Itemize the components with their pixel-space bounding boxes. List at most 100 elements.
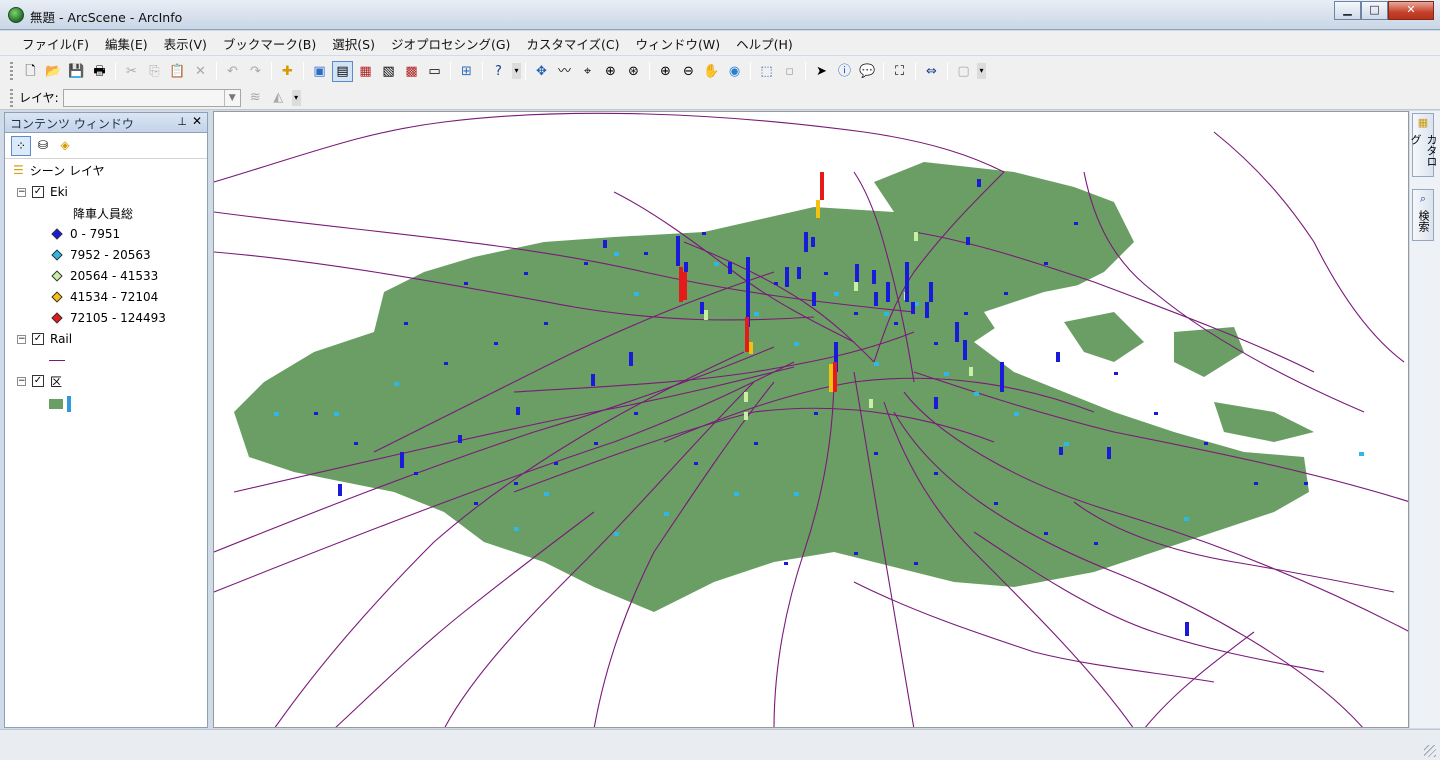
layer-visibility-checkbox-eki[interactable]: ✓: [32, 186, 44, 198]
menu-selection[interactable]: 選択(S): [324, 34, 383, 53]
menu-geoprocessing[interactable]: ジオプロセシング(G): [383, 34, 518, 53]
menu-help[interactable]: ヘルプ(H): [728, 34, 801, 53]
layer-label: レイヤ:: [19, 91, 59, 105]
zoom-out-icon[interactable]: ⊖: [678, 61, 699, 82]
animation-icon[interactable]: ▢: [953, 61, 974, 82]
scene-canvas[interactable]: [214, 112, 1409, 728]
legend-symbol-4: [51, 291, 63, 303]
title-bar[interactable]: 無題 - ArcScene - ArcInfo ▁ □ ✕: [0, 0, 1440, 30]
resize-grip-icon[interactable]: [1424, 745, 1436, 757]
legend-class-label-1: 0 - 7951: [70, 227, 121, 241]
select-elements-arrow-icon[interactable]: ➤: [811, 61, 832, 82]
find-binoculars-icon[interactable]: ⛶: [889, 61, 910, 82]
menu-edit[interactable]: 編集(E): [97, 34, 156, 53]
menu-windows[interactable]: ウィンドウ(W): [628, 34, 729, 53]
close-button[interactable]: ✕: [1388, 1, 1434, 20]
measure-icon[interactable]: ⇔: [921, 61, 942, 82]
ward-edge-swatch: [67, 396, 71, 412]
toc-tool-row: ⁘ ⛁ ◈: [5, 133, 207, 159]
toolbar-overflow-2-icon[interactable]: ▾: [977, 63, 986, 79]
target-center-icon[interactable]: ⌖: [577, 61, 598, 82]
toolbar-grip-2[interactable]: [10, 88, 13, 107]
layer-dropdown[interactable]: ▼: [62, 88, 241, 107]
scene-layers-root[interactable]: ☰ シーン レイヤ: [13, 161, 105, 179]
lighting-icon[interactable]: ◭: [268, 87, 289, 108]
cut-icon[interactable]: ✂: [121, 61, 142, 82]
layer-visibility-checkbox-ku[interactable]: ✓: [32, 375, 44, 387]
model-builder-icon[interactable]: ⊞: [456, 61, 477, 82]
fly-icon[interactable]: 〰: [554, 61, 575, 82]
rail-line-symbol[interactable]: [49, 351, 65, 369]
collapse-icon[interactable]: −: [17, 187, 26, 197]
zoom-to-target-icon[interactable]: ⊕: [600, 61, 621, 82]
legend-class-1[interactable]: 0 - 7951: [51, 225, 121, 243]
paste-icon[interactable]: 📋: [167, 61, 188, 82]
maximize-button[interactable]: □: [1361, 1, 1388, 20]
open-folder-icon[interactable]: 📂: [43, 61, 64, 82]
navigate-icon[interactable]: ✥: [531, 61, 552, 82]
identify-icon[interactable]: ⓘ: [834, 61, 855, 82]
clear-selection-icon[interactable]: ▫: [779, 61, 800, 82]
legend-class-5[interactable]: 72105 - 124493: [51, 309, 166, 327]
whats-this-help-icon[interactable]: ?: [488, 61, 509, 82]
full-extent-icon[interactable]: ◉: [724, 61, 745, 82]
pan-hand-icon[interactable]: ✋: [701, 61, 722, 82]
toc-header: コンテンツ ウィンドウ ⊥ ✕: [5, 113, 207, 133]
menu-view[interactable]: 表示(V): [156, 34, 215, 53]
toolbar-grip[interactable]: [10, 62, 13, 80]
html-popup-icon[interactable]: 💬: [857, 61, 878, 82]
pin-icon[interactable]: ⊥: [177, 115, 187, 128]
print-icon[interactable]: 🖶: [89, 61, 110, 82]
search-window-icon[interactable]: ▩: [401, 61, 422, 82]
scene-view[interactable]: [213, 111, 1409, 728]
ward-fill-symbol[interactable]: [49, 395, 71, 413]
list-by-source-icon[interactable]: ⛁: [33, 136, 53, 156]
menu-customize[interactable]: カスタマイズ(C): [518, 34, 627, 53]
legend-class-4[interactable]: 41534 - 72104: [51, 288, 158, 306]
python-window-icon[interactable]: ▭: [424, 61, 445, 82]
save-icon[interactable]: 💾: [66, 61, 87, 82]
search-icon: ⌕: [1419, 192, 1427, 205]
toolbar-overflow-icon[interactable]: ▾: [512, 63, 521, 79]
list-by-drawing-order-icon[interactable]: ⁘: [11, 135, 31, 156]
legend-class-2[interactable]: 7952 - 20563: [51, 246, 151, 264]
catalog-window-icon[interactable]: ▧: [378, 61, 399, 82]
layer-name-eki: Eki: [50, 185, 68, 199]
legend-symbol-2: [51, 249, 63, 261]
menu-file[interactable]: ファイル(F): [14, 34, 97, 53]
catalog-tab[interactable]: ▦ カタログ: [1409, 113, 1438, 177]
layer-visibility-checkbox-rail[interactable]: ✓: [32, 333, 44, 345]
undo-icon[interactable]: ↶: [222, 61, 243, 82]
select-features-icon[interactable]: ⬚: [756, 61, 777, 82]
toc-window-icon[interactable]: ▤: [332, 60, 353, 82]
arctoolbox-icon[interactable]: ▦: [355, 61, 376, 82]
delete-icon[interactable]: ✕: [190, 61, 211, 82]
close-icon[interactable]: ✕: [192, 114, 202, 128]
menu-bookmarks[interactable]: ブックマーク(B): [215, 34, 324, 53]
menu-bar: ファイル(F) 編集(E) 表示(V) ブックマーク(B) 選択(S) ジオプロ…: [0, 31, 1440, 55]
chevron-down-icon[interactable]: ▼: [223, 89, 240, 106]
copy-icon[interactable]: ⎘: [144, 61, 165, 82]
list-by-visibility-icon[interactable]: ◈: [55, 136, 75, 156]
minimize-button[interactable]: ▁: [1334, 1, 1361, 20]
collapse-icon[interactable]: −: [17, 334, 26, 344]
layer-row-ku[interactable]: − ✓ 区: [17, 372, 62, 390]
layer-row-eki[interactable]: − ✓ Eki: [17, 183, 68, 201]
legend-class-label-5: 72105 - 124493: [70, 311, 166, 325]
scene-background-icon[interactable]: ▣: [309, 61, 330, 82]
transparency-icon[interactable]: ≋: [245, 87, 266, 108]
collapse-icon[interactable]: −: [17, 376, 26, 386]
ward-fill-swatch: [49, 399, 63, 409]
redo-icon[interactable]: ↷: [245, 61, 266, 82]
rail-line-swatch: [49, 359, 65, 361]
set-observer-icon[interactable]: ⊛: [623, 61, 644, 82]
arcscene-app-icon[interactable]: [8, 7, 24, 23]
add-data-icon[interactable]: ✚: [277, 61, 298, 82]
search-tab[interactable]: ⌕ 検索: [1412, 189, 1434, 241]
toolbar-overflow-3-icon[interactable]: ▾: [291, 89, 301, 106]
new-document-icon[interactable]: 🗋: [20, 61, 41, 82]
zoom-in-icon[interactable]: ⊕: [655, 61, 676, 82]
legend-class-3[interactable]: 20564 - 41533: [51, 267, 158, 285]
layer-row-rail[interactable]: − ✓ Rail: [17, 330, 72, 348]
legend-field-name: 降車人員総: [73, 204, 133, 222]
